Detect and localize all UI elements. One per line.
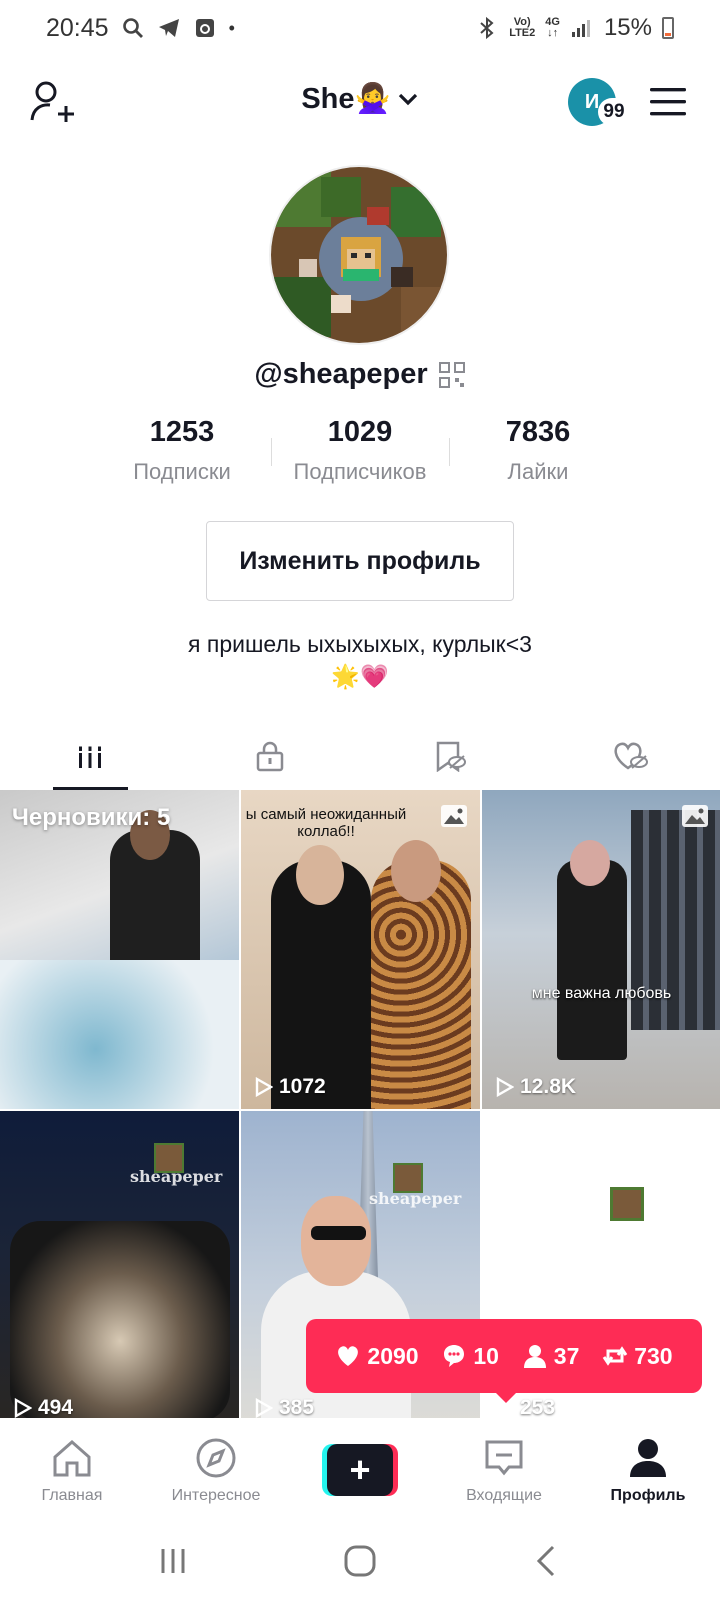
avatar-watermark (610, 1187, 644, 1221)
profile-stats: 1253 Подписки 1029 Подписчиков 7836 Лайк… (0, 416, 720, 485)
status-right: Vo) LTE2 4G ↓↑ 15% (475, 14, 674, 42)
compass-icon (196, 1438, 236, 1478)
person-icon (523, 1345, 546, 1368)
repost-icon (602, 1346, 628, 1366)
inbox-icon (485, 1440, 523, 1476)
likes-count: 2090 (335, 1343, 419, 1370)
battery-percent: 15% (603, 14, 652, 41)
videos-grid-icon (77, 744, 103, 768)
status-left: 20:45 • (46, 14, 235, 43)
person-head (301, 1196, 371, 1286)
comments-count: 10 (441, 1343, 499, 1370)
nav-create[interactable]: + (288, 1418, 432, 1522)
signal-icon (571, 20, 590, 37)
heart-icon (338, 1346, 359, 1366)
tab-favorites[interactable] (360, 722, 540, 790)
video-caption: мне важна любовь (531, 985, 672, 1002)
more-notifications-dot: • (228, 17, 235, 38)
bio-line: я пришель ыхыхыхых, курлык<3 (188, 631, 532, 657)
person-head (296, 845, 344, 905)
sunglasses (311, 1226, 366, 1240)
drafts-label: Черновики: 5 (12, 804, 171, 831)
recent-apps-icon[interactable] (153, 1541, 193, 1581)
back-icon[interactable] (527, 1541, 567, 1581)
menu-icon[interactable] (648, 84, 688, 120)
nav-home[interactable]: Главная (0, 1418, 144, 1522)
home-button-icon[interactable] (340, 1541, 380, 1581)
drafts-tile[interactable]: Черновики: 5 (0, 790, 239, 1109)
edit-profile-button[interactable]: Изменить профиль (206, 521, 514, 601)
profile-icon (630, 1439, 666, 1477)
system-navigation (0, 1522, 720, 1600)
bio-emoji: 🌟💗 (331, 663, 389, 689)
profile-bio: я пришель ыхыхыхых, курлык<3 🌟💗 (0, 628, 720, 692)
bottom-navigation: Главная Интересное + Входящие Профиль (0, 1418, 720, 1522)
video-tile[interactable]: ы самый неожиданный коллаб!! 1072 (241, 790, 480, 1109)
status-bar: 20:45 • Vo) LTE2 4G ↓↑ 15% (0, 0, 720, 56)
notification-badge: 99 (598, 98, 630, 126)
reposts-count: 730 (602, 1343, 673, 1370)
minecraft-avatar-image (271, 167, 447, 343)
group-photo (10, 1221, 230, 1421)
view-count: 494 (14, 1396, 73, 1420)
create-button[interactable]: + (322, 1444, 398, 1496)
nav-inbox[interactable]: Входящие (432, 1418, 576, 1522)
photo-mode-icon (441, 805, 467, 827)
profile-header: She🙅‍♀️ И 99 (0, 60, 720, 146)
play-icon (496, 1077, 514, 1097)
tab-private[interactable] (180, 722, 360, 790)
bluetooth-icon (480, 16, 494, 40)
telegram-icon (158, 19, 179, 37)
watermark-text: sheapeper (369, 1189, 462, 1208)
profile-tabs (0, 722, 720, 790)
tab-videos[interactable] (0, 722, 180, 790)
video-tile[interactable]: мне важна любовь 12.8K (482, 790, 720, 1109)
person-head (570, 840, 610, 886)
play-icon (255, 1398, 273, 1418)
search-icon (122, 18, 143, 38)
status-time: 20:45 (46, 13, 109, 42)
nav-profile[interactable]: Профиль (576, 1418, 720, 1522)
battery-icon (662, 17, 674, 39)
person-head (391, 840, 441, 902)
stat-likes[interactable]: 7836 Лайки (449, 416, 627, 485)
app-notification-icon (195, 19, 214, 37)
play-icon (255, 1077, 273, 1097)
username-row: @sheapeper (0, 358, 720, 391)
tab-liked[interactable] (540, 722, 720, 790)
person-figure (557, 860, 627, 1060)
activity-notification-pill[interactable]: 2090 10 37 730 (306, 1319, 702, 1403)
stat-following[interactable]: 1253 Подписки (93, 416, 271, 485)
painting-area (0, 960, 239, 1109)
bookmark-hidden-icon (436, 741, 466, 772)
network-type-indicator: 4G ↓↑ (545, 16, 560, 39)
account-title: She🙅‍♀️ (301, 83, 391, 115)
lock-icon (256, 741, 284, 772)
view-count: 12.8K (496, 1075, 576, 1099)
plus-icon: + (327, 1444, 393, 1496)
view-count: 385 (255, 1396, 314, 1420)
stat-followers[interactable]: 1029 Подписчиков (271, 416, 449, 485)
comment-icon (444, 1345, 465, 1367)
video-caption: ы самый неожиданный коллаб!! (245, 806, 407, 840)
watermark-text: sheapeper (130, 1167, 223, 1186)
photo-mode-icon (682, 805, 708, 827)
view-count: 1072 (255, 1075, 326, 1099)
profile-avatar[interactable] (269, 165, 449, 345)
followers-count: 37 (522, 1343, 579, 1370)
username: @sheapeper (254, 358, 428, 390)
nav-discover[interactable]: Интересное (144, 1418, 288, 1522)
video-tile[interactable]: sheapeper 494 (0, 1111, 239, 1430)
play-icon (14, 1398, 32, 1418)
volte-indicator: Vo) LTE2 (509, 16, 536, 39)
qr-code-icon[interactable] (438, 361, 466, 389)
chevron-down-icon (398, 93, 417, 106)
heart-hidden-icon (614, 742, 648, 770)
home-icon (53, 1439, 91, 1477)
